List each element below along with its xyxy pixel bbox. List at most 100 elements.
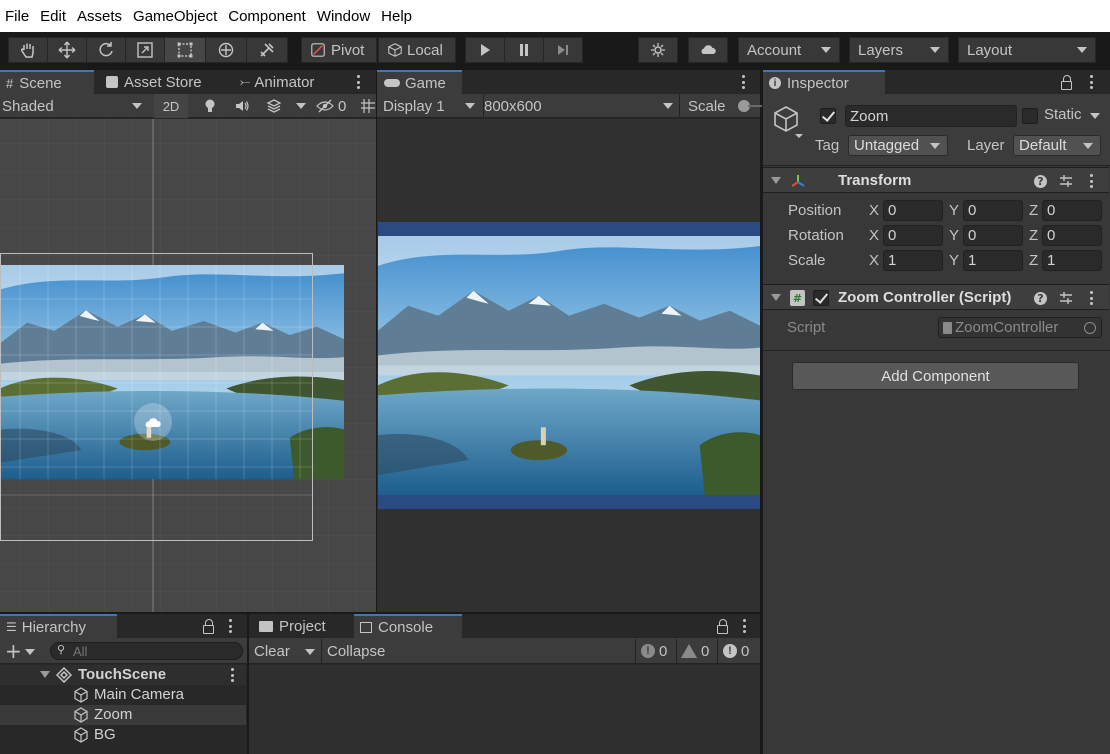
scale-z-field[interactable]: 1 xyxy=(1042,250,1102,271)
active-checkbox[interactable] xyxy=(820,108,836,124)
warning-filter-toggle[interactable]: 0 xyxy=(676,639,716,663)
object-picker-icon[interactable] xyxy=(1084,322,1096,334)
scale-y-field[interactable]: 1 xyxy=(963,250,1023,271)
more-menu-icon[interactable] xyxy=(1089,75,1093,89)
add-component-button[interactable]: Add Component xyxy=(792,362,1079,390)
tab-asset-store-label: Asset Store xyxy=(124,73,202,91)
hidden-objects-toggle[interactable]: 0 xyxy=(316,97,358,115)
hierarchy-search[interactable]: ⚲ xyxy=(50,642,243,660)
hierarchy-item[interactable]: Main Camera xyxy=(0,685,246,705)
enabled-checkbox[interactable] xyxy=(813,290,829,306)
play-button[interactable] xyxy=(465,37,505,63)
services-button[interactable] xyxy=(638,37,678,63)
rect-tool-button[interactable] xyxy=(164,37,206,63)
layers-dropdown[interactable]: Layers xyxy=(849,37,949,63)
display-dropdown[interactable]: Display 1 xyxy=(383,94,477,118)
hierarchy-search-input[interactable] xyxy=(73,644,233,658)
hierarchy-item-selected[interactable]: Zoom xyxy=(0,705,246,725)
foldout-arrow-icon[interactable] xyxy=(771,177,781,184)
pause-button[interactable] xyxy=(504,37,544,63)
console-log-area[interactable] xyxy=(249,665,760,754)
layout-dropdown[interactable]: Layout xyxy=(958,37,1096,63)
presets-icon[interactable] xyxy=(1059,174,1073,188)
step-button[interactable] xyxy=(543,37,583,63)
hand-tool-button[interactable] xyxy=(8,37,48,63)
local-toggle[interactable]: Local xyxy=(378,37,456,63)
position-x-field[interactable]: 0 xyxy=(883,200,943,221)
foldout-arrow-icon[interactable] xyxy=(40,671,50,678)
rotation-z-field[interactable]: 0 xyxy=(1042,225,1102,246)
2d-toggle[interactable]: 2D xyxy=(154,94,188,118)
tab-scene[interactable]: # Scene xyxy=(0,70,94,94)
transform-tool-button[interactable] xyxy=(205,37,247,63)
layer-dropdown[interactable]: Default xyxy=(1013,135,1101,156)
game-viewport[interactable] xyxy=(377,119,760,612)
rotation-x-field[interactable]: 0 xyxy=(883,225,943,246)
lighting-toggle[interactable] xyxy=(196,98,224,114)
log-filter-toggle[interactable]: ! 0 xyxy=(635,639,675,663)
resolution-dropdown[interactable]: 800x600 xyxy=(483,94,677,118)
tab-game[interactable]: Game xyxy=(377,70,462,94)
help-icon[interactable]: ? xyxy=(1034,175,1047,188)
tab-project[interactable]: Project xyxy=(253,614,349,638)
tab-inspector[interactable]: i Inspector xyxy=(763,70,885,94)
tab-asset-store[interactable]: Asset Store xyxy=(100,70,228,94)
collapse-toggle[interactable]: Collapse xyxy=(321,639,393,663)
audio-toggle[interactable] xyxy=(228,98,256,114)
more-menu-icon[interactable] xyxy=(230,668,234,682)
menu-assets[interactable]: Assets xyxy=(72,8,128,25)
more-menu-icon[interactable] xyxy=(741,75,745,89)
more-menu-icon[interactable] xyxy=(742,619,746,633)
chevron-down-icon[interactable] xyxy=(1090,113,1100,119)
more-menu-icon[interactable] xyxy=(1089,174,1093,188)
position-z-field[interactable]: 0 xyxy=(1042,200,1102,221)
tag-dropdown[interactable]: Untagged xyxy=(848,135,948,156)
scene-row[interactable]: TouchScene xyxy=(0,665,246,685)
scale-slider[interactable]: Scale xyxy=(679,94,762,118)
rotation-y-field[interactable]: 0 xyxy=(963,225,1023,246)
scale-tool-button[interactable] xyxy=(125,37,165,63)
static-checkbox[interactable] xyxy=(1022,108,1038,124)
scale-x-field[interactable]: 1 xyxy=(883,250,943,271)
move-tool-button[interactable] xyxy=(47,37,87,63)
tab-hierarchy[interactable]: ☰ Hierarchy xyxy=(0,614,117,638)
pivot-toggle[interactable]: Pivot xyxy=(301,37,377,63)
object-name-field[interactable]: Zoom xyxy=(845,105,1017,127)
tab-animator[interactable]: ⤚ Animator xyxy=(234,70,334,94)
foldout-arrow-icon[interactable] xyxy=(771,294,781,301)
grid-toggle[interactable] xyxy=(360,98,376,114)
lock-icon[interactable] xyxy=(203,619,214,634)
custom-tool-button[interactable] xyxy=(246,37,288,63)
chevron-down-icon[interactable] xyxy=(795,134,803,138)
lock-icon[interactable] xyxy=(1061,75,1072,90)
transform-header[interactable]: Transform ? xyxy=(763,167,1109,193)
script-component-header[interactable]: # Zoom Controller (Script) ? xyxy=(763,284,1109,310)
account-dropdown[interactable]: Account xyxy=(738,37,840,63)
menu-edit[interactable]: Edit xyxy=(35,8,72,25)
effects-toggle[interactable] xyxy=(260,98,288,114)
more-menu-icon[interactable] xyxy=(356,75,360,89)
position-y-field[interactable]: 0 xyxy=(963,200,1023,221)
scene-viewport[interactable] xyxy=(0,119,376,612)
add-icon[interactable]: + xyxy=(5,639,22,663)
cloud-button[interactable] xyxy=(688,37,728,63)
camera-gizmo-icon[interactable] xyxy=(134,403,172,441)
shading-dropdown[interactable]: Shaded xyxy=(2,94,146,118)
chevron-down-icon[interactable] xyxy=(305,649,315,655)
chevron-down-icon[interactable] xyxy=(25,649,35,655)
chevron-down-icon[interactable] xyxy=(296,103,306,109)
more-menu-icon[interactable] xyxy=(1089,291,1093,305)
presets-icon[interactable] xyxy=(1059,291,1073,305)
more-menu-icon[interactable] xyxy=(228,619,232,633)
menu-help[interactable]: Help xyxy=(376,8,418,25)
menu-window[interactable]: Window xyxy=(312,8,376,25)
error-filter-toggle[interactable]: ! 0 xyxy=(717,639,760,663)
menu-component[interactable]: Component xyxy=(223,8,312,25)
menu-gameobject[interactable]: GameObject xyxy=(128,8,223,25)
hierarchy-item[interactable]: BG xyxy=(0,725,246,745)
rotate-tool-button[interactable] xyxy=(86,37,126,63)
help-icon[interactable]: ? xyxy=(1034,292,1047,305)
lock-icon[interactable] xyxy=(717,619,728,634)
menu-file[interactable]: File xyxy=(0,8,35,25)
tab-console[interactable]: Console xyxy=(354,614,462,638)
